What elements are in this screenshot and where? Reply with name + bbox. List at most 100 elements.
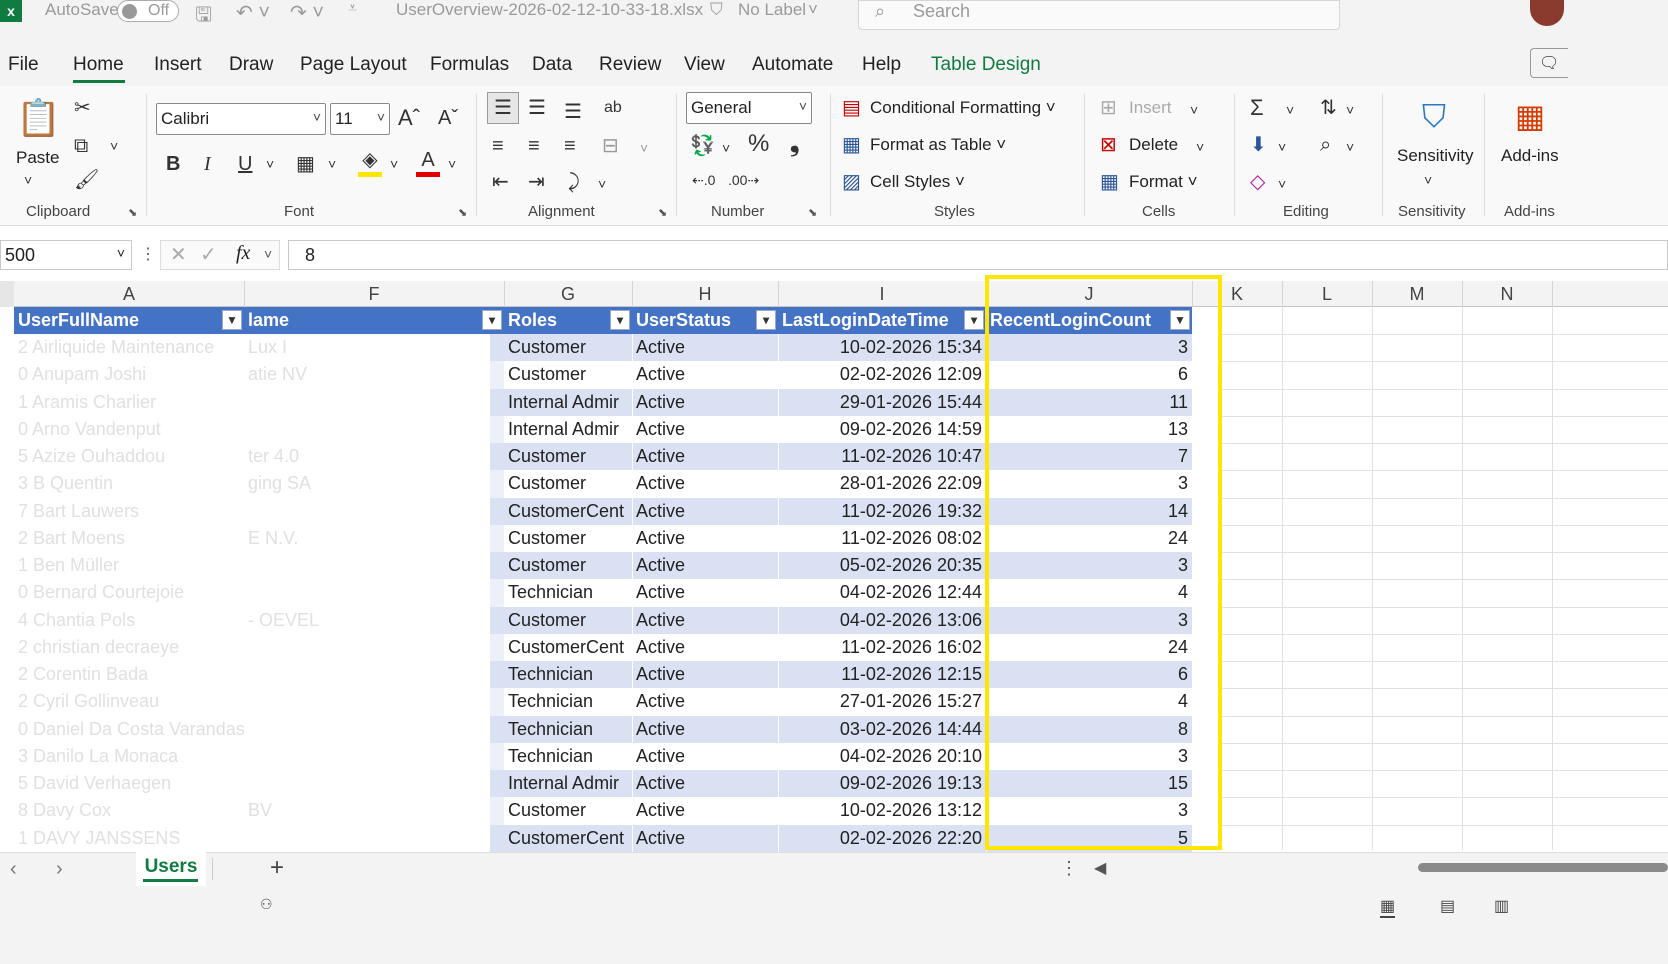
normal-view-icon[interactable]: ▦ bbox=[1380, 896, 1396, 918]
cell-i[interactable]: 11-02-2026 12:15 bbox=[778, 661, 986, 689]
cell-h[interactable]: Active bbox=[632, 525, 778, 552]
tab-help[interactable]: Help bbox=[862, 54, 901, 76]
cell-f[interactable]: BV bbox=[244, 797, 490, 824]
filter-dropdown-icon[interactable]: ▾ bbox=[610, 310, 630, 330]
cell-g[interactable]: Internal Admir bbox=[504, 388, 632, 416]
cell-a[interactable]: 0 Daniel Da Costa Varandas bbox=[14, 716, 244, 743]
format-as-table-button[interactable]: Format as Table ˅ bbox=[870, 135, 1006, 155]
tab-home[interactable]: Home bbox=[73, 54, 124, 76]
cell-h[interactable]: Active bbox=[632, 470, 778, 497]
sensitivity-chevron-icon[interactable]: ˅ bbox=[1424, 168, 1432, 192]
sort-chevron-icon[interactable]: ˅ bbox=[1346, 98, 1354, 122]
cell-i[interactable]: 02-02-2026 12:09 bbox=[778, 361, 986, 388]
cell-h[interactable]: Active bbox=[632, 634, 778, 661]
cell-a[interactable]: 2 Cyril Gollinveau bbox=[14, 688, 244, 715]
cell-a[interactable]: 8 Davy Cox bbox=[14, 797, 244, 824]
cell-f[interactable] bbox=[244, 688, 490, 715]
cell-h[interactable]: Active bbox=[632, 688, 778, 715]
fill-chevron-icon[interactable]: ˅ bbox=[1278, 135, 1286, 159]
increase-font-icon[interactable]: Aˆ bbox=[398, 106, 420, 130]
align-left-icon[interactable]: ≡ bbox=[492, 134, 504, 158]
autosum-chevron-icon[interactable]: ˅ bbox=[1286, 98, 1294, 122]
cell-f[interactable] bbox=[244, 416, 490, 443]
cell-f[interactable] bbox=[244, 634, 490, 661]
decrease-decimal-icon[interactable]: .00⇢ bbox=[728, 168, 759, 192]
cell-i[interactable]: 11-02-2026 19:32 bbox=[778, 497, 986, 525]
delete-cells-icon[interactable]: ⊠ bbox=[1100, 133, 1117, 157]
cell-h[interactable]: Active bbox=[632, 743, 778, 770]
tab-draw[interactable]: Draw bbox=[229, 54, 273, 76]
cell-h[interactable]: Active bbox=[632, 497, 778, 525]
shield-icon[interactable]: ⛉ bbox=[710, 0, 723, 20]
format-painter-icon[interactable]: 🖌 bbox=[74, 168, 99, 192]
tab-view[interactable]: View bbox=[684, 54, 725, 76]
align-bottom-icon[interactable]: ☰ bbox=[564, 100, 582, 124]
tab-file[interactable]: File bbox=[8, 54, 39, 76]
wrap-chevron-icon[interactable]: ˅ bbox=[598, 172, 606, 196]
cell-g[interactable]: Internal Admir bbox=[504, 416, 632, 443]
cell-f[interactable] bbox=[244, 579, 490, 606]
cell-g[interactable]: Customer bbox=[504, 361, 632, 388]
increase-decimal-icon[interactable]: ⇠.0 bbox=[692, 168, 715, 192]
add-ins-button[interactable]: Add-ins bbox=[1501, 146, 1559, 166]
cell-f[interactable] bbox=[244, 743, 490, 770]
paste-icon[interactable]: 📋 bbox=[16, 96, 61, 140]
font-color-chevron-icon[interactable]: ˅ bbox=[448, 152, 456, 176]
header-userfullname[interactable]: UserFullName ▼ bbox=[14, 307, 244, 334]
number-format-select[interactable]: General ˅ bbox=[686, 92, 812, 124]
cell-g[interactable]: Technician bbox=[504, 715, 632, 743]
align-center-icon[interactable]: ≡ bbox=[528, 134, 540, 158]
cell-i[interactable]: 03-02-2026 14:44 bbox=[778, 715, 986, 743]
header-lastlogindatetime[interactable]: LastLoginDateTime ▾ bbox=[778, 307, 986, 334]
fill-color-icon[interactable]: ◈ bbox=[358, 148, 382, 177]
enter-icon[interactable]: ✓ bbox=[200, 242, 217, 267]
accounting-chevron-icon[interactable]: ˅ bbox=[722, 136, 730, 160]
insert-function-icon[interactable]: fx bbox=[236, 242, 250, 265]
cell-i[interactable]: 04-02-2026 12:44 bbox=[778, 579, 986, 606]
insert-chevron-icon[interactable]: ˅ bbox=[1190, 98, 1198, 122]
comma-style-icon[interactable]: ❟ bbox=[790, 132, 799, 156]
add-sheet-button[interactable]: + bbox=[270, 854, 284, 882]
underline-chevron-icon[interactable]: ˅ bbox=[266, 152, 274, 176]
cell-f[interactable] bbox=[244, 389, 490, 416]
cell-a[interactable]: 0 Arno Vandenput bbox=[14, 416, 244, 443]
prev-sheet-icon[interactable]: ‹ bbox=[10, 858, 17, 881]
fill-chevron-icon[interactable]: ˅ bbox=[390, 152, 398, 176]
page-break-view-icon[interactable]: ▥ bbox=[1494, 896, 1509, 916]
redo-icon[interactable]: ↷ ˅ bbox=[290, 0, 324, 25]
insert-cells-icon[interactable]: ⊞ bbox=[1100, 96, 1117, 120]
font-size-select[interactable]: 11 ˅ bbox=[330, 103, 390, 135]
cell-f[interactable]: atie NV bbox=[244, 361, 490, 388]
dialog-launcher-icon[interactable]: ⬊ bbox=[128, 206, 137, 219]
tab-insert[interactable]: Insert bbox=[154, 54, 202, 76]
cell-i[interactable]: 04-02-2026 20:10 bbox=[778, 743, 986, 770]
format-as-table-icon[interactable]: ▦ bbox=[842, 133, 861, 157]
find-chevron-icon[interactable]: ˅ bbox=[1346, 135, 1354, 159]
accessibility-icon[interactable]: ⚇ bbox=[260, 896, 273, 913]
select-all-corner[interactable] bbox=[0, 281, 14, 307]
cell-g[interactable]: Customer bbox=[504, 606, 632, 634]
cell-h[interactable]: Active bbox=[632, 579, 778, 606]
dialog-launcher-icon[interactable]: ⬊ bbox=[808, 206, 817, 219]
decrease-indent-icon[interactable]: ⇤ bbox=[492, 170, 509, 194]
cell-g[interactable]: CustomerCent bbox=[504, 497, 632, 525]
chevron-down-icon[interactable]: ˅ bbox=[264, 246, 272, 262]
format-cells-icon[interactable]: ▦ bbox=[1100, 170, 1119, 194]
cell-styles-icon[interactable]: ▨ bbox=[842, 170, 861, 194]
cell-g[interactable]: Technician bbox=[504, 661, 632, 689]
cell-h[interactable]: Active bbox=[632, 388, 778, 416]
column-header-h[interactable]: H bbox=[632, 284, 778, 305]
cell-f[interactable] bbox=[244, 498, 490, 525]
cell-h[interactable]: Active bbox=[632, 824, 778, 852]
scroll-left-icon[interactable]: ◀ bbox=[1094, 858, 1106, 878]
cell-a[interactable]: 1 Ben Müller bbox=[14, 552, 244, 579]
conditional-formatting-button[interactable]: Conditional Formatting ˅ bbox=[870, 98, 1056, 118]
orientation-icon[interactable]: ab bbox=[604, 96, 622, 120]
cell-i[interactable]: 05-02-2026 20:35 bbox=[778, 552, 986, 580]
cell-h[interactable]: Active bbox=[632, 443, 778, 471]
page-layout-view-icon[interactable]: ▤ bbox=[1440, 896, 1455, 916]
italic-button[interactable]: I bbox=[204, 152, 211, 176]
decrease-font-icon[interactable]: Aˇ bbox=[438, 106, 458, 130]
cell-f[interactable] bbox=[244, 770, 490, 797]
sensitivity-button[interactable]: Sensitivity bbox=[1397, 146, 1474, 166]
